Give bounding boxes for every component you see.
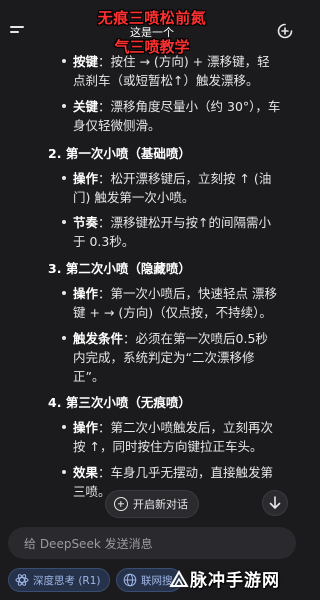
bullet-text: 门) 触发第一次小喷。 xyxy=(73,190,195,205)
list-item: 触发条件：必须在第一次喷后0.5秒 内完成，系统判定为“二次漂移修 正”。 xyxy=(62,329,293,386)
list-item: 按键：按住 → (方向) + 漂移键，轻 点刹车（或短暂松↑）触发漂移。 xyxy=(62,52,293,90)
section-heading: 2. 第一次小喷（基础喷） xyxy=(48,144,191,163)
plus-circle-icon xyxy=(114,497,128,511)
bullet-label: 按键 xyxy=(73,54,99,69)
atom-icon xyxy=(15,574,29,586)
bullet-label: 操作 xyxy=(73,286,99,301)
bullet-label: 操作 xyxy=(73,420,99,435)
bullet-text: ：第一次小喷后，快速轻点 漂移 xyxy=(98,286,277,301)
new-dialog-label: 开启新对话 xyxy=(133,498,188,511)
bullet-text: ：漂移键松开与按↑的间隔需小 xyxy=(98,215,271,230)
deep-think-toggle[interactable]: 深度思考 (R1) xyxy=(8,568,110,592)
assistant-message: 按键：按住 → (方向) + 漂移键，轻 点刹车（或短暂松↑）触发漂移。 关键：… xyxy=(0,52,304,522)
bullet-text: ：车身几乎无摆动，直接触发第 xyxy=(98,465,274,480)
deep-think-label: 深度思考 (R1) xyxy=(33,574,101,587)
section-number: 2. xyxy=(48,146,62,161)
list-item: 操作：松开漂移键后，立刻按 ↑ (油 门) 触发第一次小喷。 xyxy=(62,169,293,207)
list-item: 操作：第二次小喷触发后，立刻再次 按 ↑，同时按住方向键拉正车头。 xyxy=(62,418,293,456)
watermark-logo-icon xyxy=(169,569,189,587)
bullet-label: 节奏 xyxy=(73,215,99,230)
bullet-text: 身仅轻微侧滑。 xyxy=(73,118,161,133)
bullet-text: ：必须在第一次喷后0.5秒 xyxy=(123,331,268,346)
section-title: 第一次小喷（基础喷） xyxy=(65,146,191,161)
section-heading: 4. 第三次小喷（无痕喷） xyxy=(48,393,191,412)
section-title: 第二次小喷（隐藏喷） xyxy=(65,261,191,276)
bullet-label: 操作 xyxy=(73,171,99,186)
bullet-text: 正”。 xyxy=(73,369,105,384)
bullet-text: ：第二次小喷触发后，立刻再次 xyxy=(98,420,274,435)
scroll-down-button[interactable] xyxy=(262,490,288,516)
bullet-label: 关键 xyxy=(73,99,99,114)
bullet-label: 触发条件 xyxy=(73,331,124,346)
app-screen: 无痕三喷松前氮 这是一个 气三喷教学 按键：按住 → (方向) + 漂移键，轻 … xyxy=(0,0,304,600)
bullet-text: 于 0.3秒。 xyxy=(73,234,135,249)
section-title: 第三次小喷（无痕喷） xyxy=(65,395,191,410)
watermark-text: 脉冲手游网 xyxy=(190,571,280,591)
bullet-text: 键 + → (方向)（仅点按，不持续）。 xyxy=(73,305,272,320)
section-number: 4. xyxy=(48,395,62,410)
bullet-text: 按 ↑，同时按住方向键拉正车头。 xyxy=(73,439,263,454)
section-heading: 3. 第二次小喷（隐藏喷） xyxy=(48,259,191,278)
arrow-down-icon xyxy=(269,496,281,509)
message-input[interactable] xyxy=(22,527,286,561)
bullet-label: 效果 xyxy=(73,465,99,480)
list-item: 节奏：漂移键松开与按↑的间隔需小 于 0.3秒。 xyxy=(62,213,293,251)
section-number: 3. xyxy=(48,261,62,276)
bullet-text: ：按住 → (方向) + 漂移键，轻 xyxy=(98,54,270,69)
globe-icon xyxy=(123,573,137,587)
bullet-text: 内完成，系统判定为“二次漂移修 xyxy=(73,350,255,365)
bullet-text: ：松开漂移键后，立刻按 ↑ (油 xyxy=(98,171,272,186)
bullet-text: ：漂移角度尽量小（约 30°），车 xyxy=(98,99,281,114)
message-input-box xyxy=(8,527,296,561)
new-chat-icon[interactable] xyxy=(276,22,294,40)
bullet-text: 点刹车（或短暂松↑）触发漂移。 xyxy=(73,73,259,88)
list-item: 关键：漂移角度尽量小（约 30°），车 身仅轻微侧滑。 xyxy=(62,97,293,135)
new-dialog-button[interactable]: 开启新对话 xyxy=(105,490,199,518)
list-item: 操作：第一次小喷后，快速轻点 漂移 键 + → (方向)（仅点按，不持续）。 xyxy=(62,284,293,322)
